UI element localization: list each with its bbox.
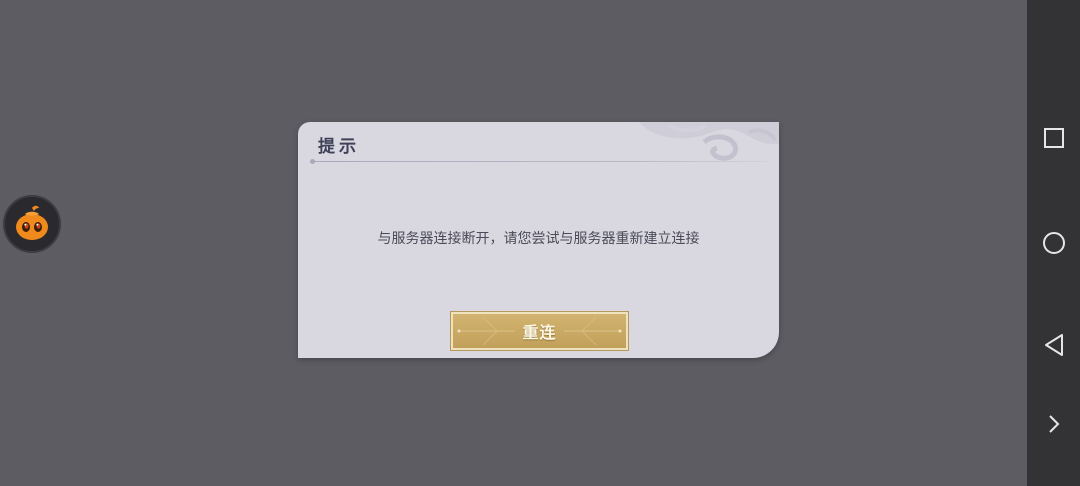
square-icon — [1043, 128, 1064, 148]
dialog-message: 与服务器连接断开，请您尝试与服务器重新建立连接 — [377, 231, 700, 247]
dialog-title: 提示 — [318, 137, 360, 157]
triangle-back-icon — [1044, 334, 1063, 356]
back-button[interactable] — [1027, 325, 1080, 365]
disconnect-dialog: 提示 与服务器连接断开，请您尝试与服务器重新建立连接 重连 — [298, 122, 779, 358]
recent-apps-button[interactable] — [1027, 118, 1080, 158]
expand-button[interactable] — [1027, 404, 1080, 444]
orange-mascot-icon — [16, 205, 48, 240]
reconnect-button[interactable]: 重连 — [450, 311, 629, 351]
reconnect-label: 重连 — [522, 323, 557, 342]
circle-icon — [1042, 232, 1065, 254]
divider-dot — [310, 159, 315, 164]
cloud-ornament-decoration — [639, 122, 779, 161]
title-divider — [310, 161, 769, 162]
floating-assistant-button[interactable] — [3, 195, 61, 253]
game-screen: 提示 与服务器连接断开，请您尝试与服务器重新建立连接 重连 — [0, 0, 1080, 486]
home-button[interactable] — [1027, 223, 1080, 263]
chevron-right-icon — [1048, 415, 1059, 433]
system-navigation-bar — [1027, 0, 1080, 486]
